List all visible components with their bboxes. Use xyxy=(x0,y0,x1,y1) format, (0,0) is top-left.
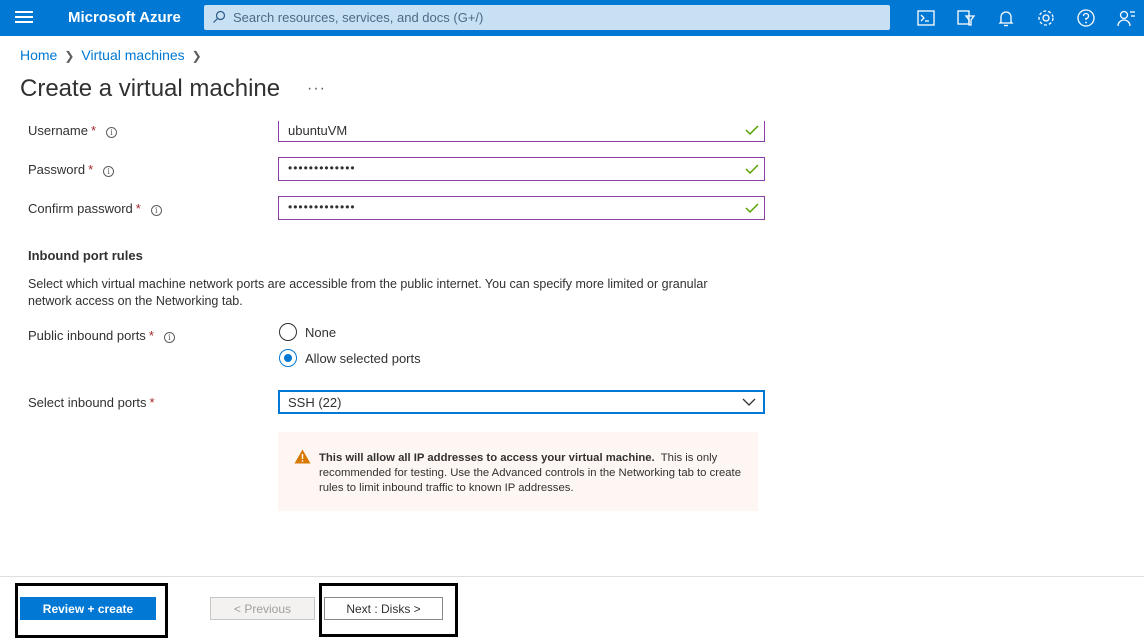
radio-allow-selected-ports[interactable] xyxy=(279,349,297,367)
directory-filter-icon[interactable] xyxy=(955,7,977,29)
inbound-port-rules-description: Select which virtual machine network por… xyxy=(28,277,708,308)
page-title: Create a virtual machine xyxy=(20,75,281,102)
warning-text: This will allow all IP addresses to acce… xyxy=(319,452,741,494)
next-disks-button[interactable]: Next : Disks > xyxy=(324,597,443,620)
checkmark-icon xyxy=(745,125,759,136)
feedback-icon[interactable] xyxy=(1115,7,1137,29)
brand-title[interactable]: Microsoft Azure xyxy=(68,9,181,26)
checkmark-icon xyxy=(745,164,759,175)
select-inbound-ports-label: Select inbound ports * xyxy=(28,395,155,410)
select-inbound-ports-dropdown[interactable]: SSH (22) xyxy=(278,390,765,414)
info-icon[interactable]: i xyxy=(106,127,118,138)
password-field[interactable]: ••••••••••••• xyxy=(278,157,765,181)
radio-allow-selected-ports-label[interactable]: Allow selected ports xyxy=(305,351,421,366)
help-icon[interactable] xyxy=(1075,7,1097,29)
breadcrumb-virtual-machines[interactable]: Virtual machines xyxy=(81,47,184,63)
inbound-port-rules-heading: Inbound port rules xyxy=(28,248,143,263)
warning-icon xyxy=(294,449,311,464)
breadcrumb: Home ❯ Virtual machines ❯ xyxy=(20,47,209,63)
chevron-down-icon xyxy=(742,398,756,406)
search-placeholder: Search resources, services, and docs (G+… xyxy=(233,10,484,25)
radio-none-label[interactable]: None xyxy=(305,325,336,340)
public-inbound-ports-label: Public inbound ports * i xyxy=(28,328,175,343)
settings-icon[interactable] xyxy=(1035,7,1057,29)
username-field[interactable]: ubuntuVM xyxy=(278,121,765,142)
previous-button: < Previous xyxy=(210,597,315,620)
search-icon xyxy=(213,10,226,23)
review-create-button[interactable]: Review + create xyxy=(20,597,156,620)
footer-bar xyxy=(0,576,1144,643)
confirm-password-label: Confirm password * i xyxy=(28,201,162,216)
cloud-shell-icon[interactable] xyxy=(915,7,937,29)
notifications-icon[interactable] xyxy=(995,7,1017,29)
warning-message: This will allow all IP addresses to acce… xyxy=(278,432,758,511)
info-icon[interactable]: i xyxy=(103,166,115,177)
form-scroll-area: Username * i ubuntuVM Password * i •••••••••… xyxy=(0,121,1144,576)
info-icon[interactable]: i xyxy=(163,332,175,343)
confirm-password-field[interactable]: ••••••••••••• xyxy=(278,196,765,220)
radio-none[interactable] xyxy=(279,323,297,341)
search-input[interactable]: Search resources, services, and docs (G+… xyxy=(204,5,890,30)
chevron-right-icon: ❯ xyxy=(191,49,202,63)
password-label: Password * i xyxy=(28,162,115,177)
chevron-right-icon: ❯ xyxy=(64,49,75,63)
checkmark-icon xyxy=(745,203,759,214)
more-options-button[interactable]: ··· xyxy=(307,80,326,98)
top-bar: Microsoft Azure Search resources, servic… xyxy=(0,0,1144,36)
username-label: Username * i xyxy=(28,123,118,138)
menu-icon[interactable] xyxy=(15,11,33,25)
info-icon[interactable]: i xyxy=(150,205,162,216)
breadcrumb-home[interactable]: Home xyxy=(20,47,57,63)
